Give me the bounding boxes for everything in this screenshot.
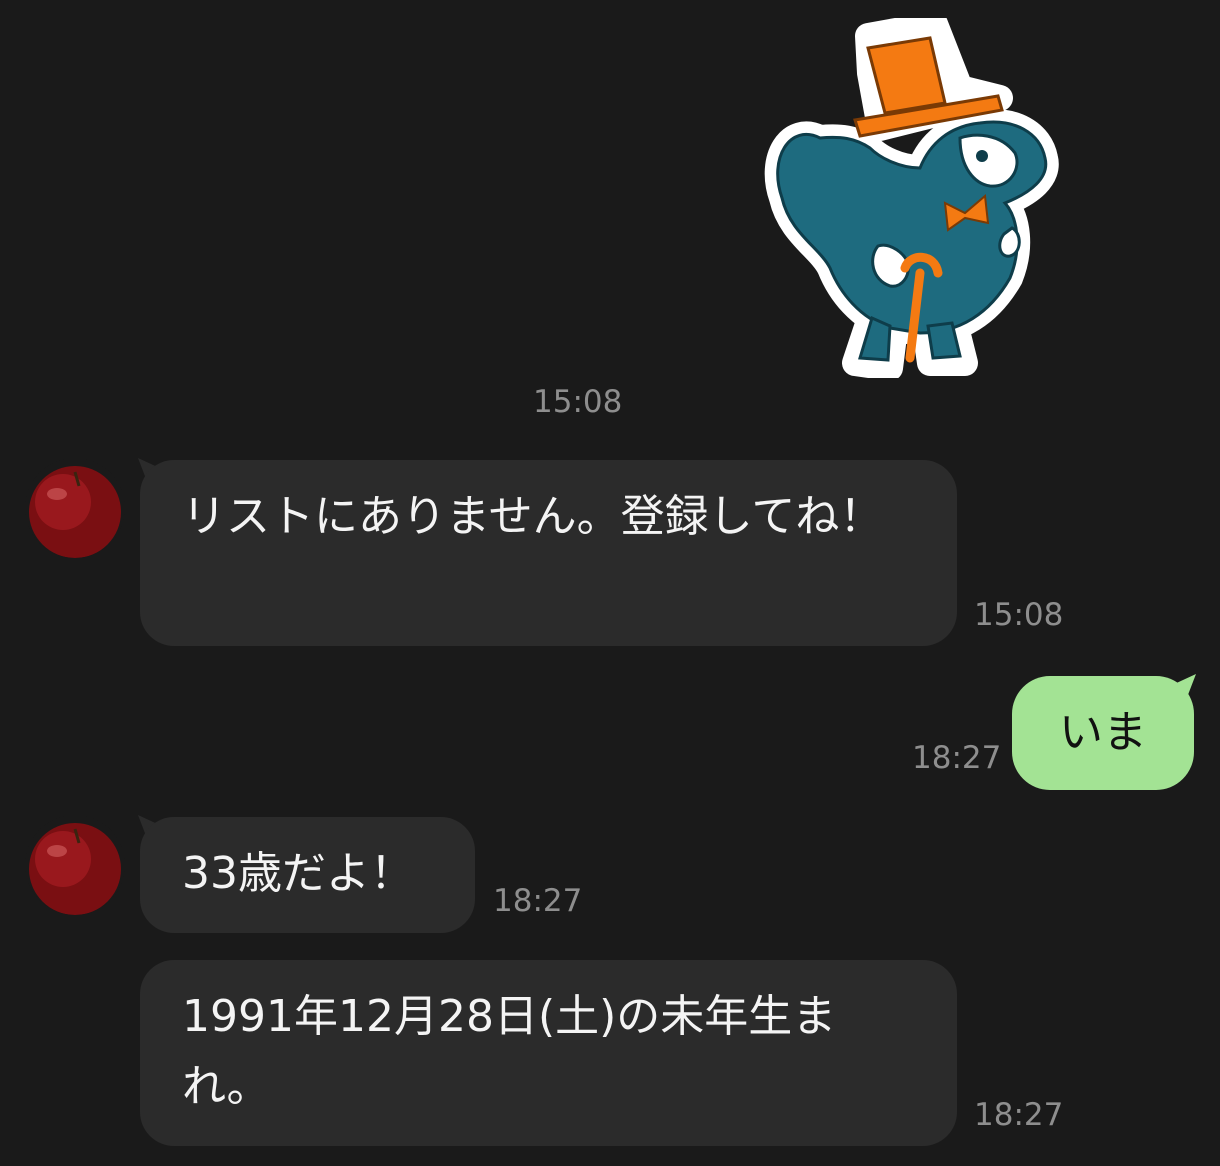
message-time: 18:27 xyxy=(912,740,1002,776)
dodo-sticker[interactable] xyxy=(760,11,1060,381)
message-text: いま xyxy=(1059,707,1147,758)
message-text: 33歳だよ！ xyxy=(182,848,414,899)
dodo-bird-icon xyxy=(764,11,1059,381)
incoming-message-bubble[interactable]: 1991年12月28日(土)の未年生まれ。 xyxy=(140,960,957,1146)
incoming-message-bubble[interactable]: リストにありません。登録してね！ xyxy=(140,460,957,646)
apple-avatar-icon[interactable] xyxy=(25,458,125,558)
outgoing-message-bubble[interactable]: いま xyxy=(1012,676,1194,790)
message-text: 1991年12月28日(土)の未年生まれ。 xyxy=(182,991,837,1112)
message-text: リストにありません。登録してね！ xyxy=(182,491,884,542)
apple-avatar-icon[interactable] xyxy=(25,815,125,915)
bubble-tail xyxy=(1170,674,1196,700)
message-time: 15:08 xyxy=(974,597,1064,633)
message-time: 15:08 xyxy=(533,384,623,420)
message-time: 18:27 xyxy=(493,883,583,919)
incoming-message-bubble[interactable]: 33歳だよ！ xyxy=(140,817,475,933)
message-time: 18:27 xyxy=(974,1097,1064,1133)
chat-thread: 15:08 リストにありません。登録してね！ 15:08 18:27 いま 33… xyxy=(0,0,1220,1166)
